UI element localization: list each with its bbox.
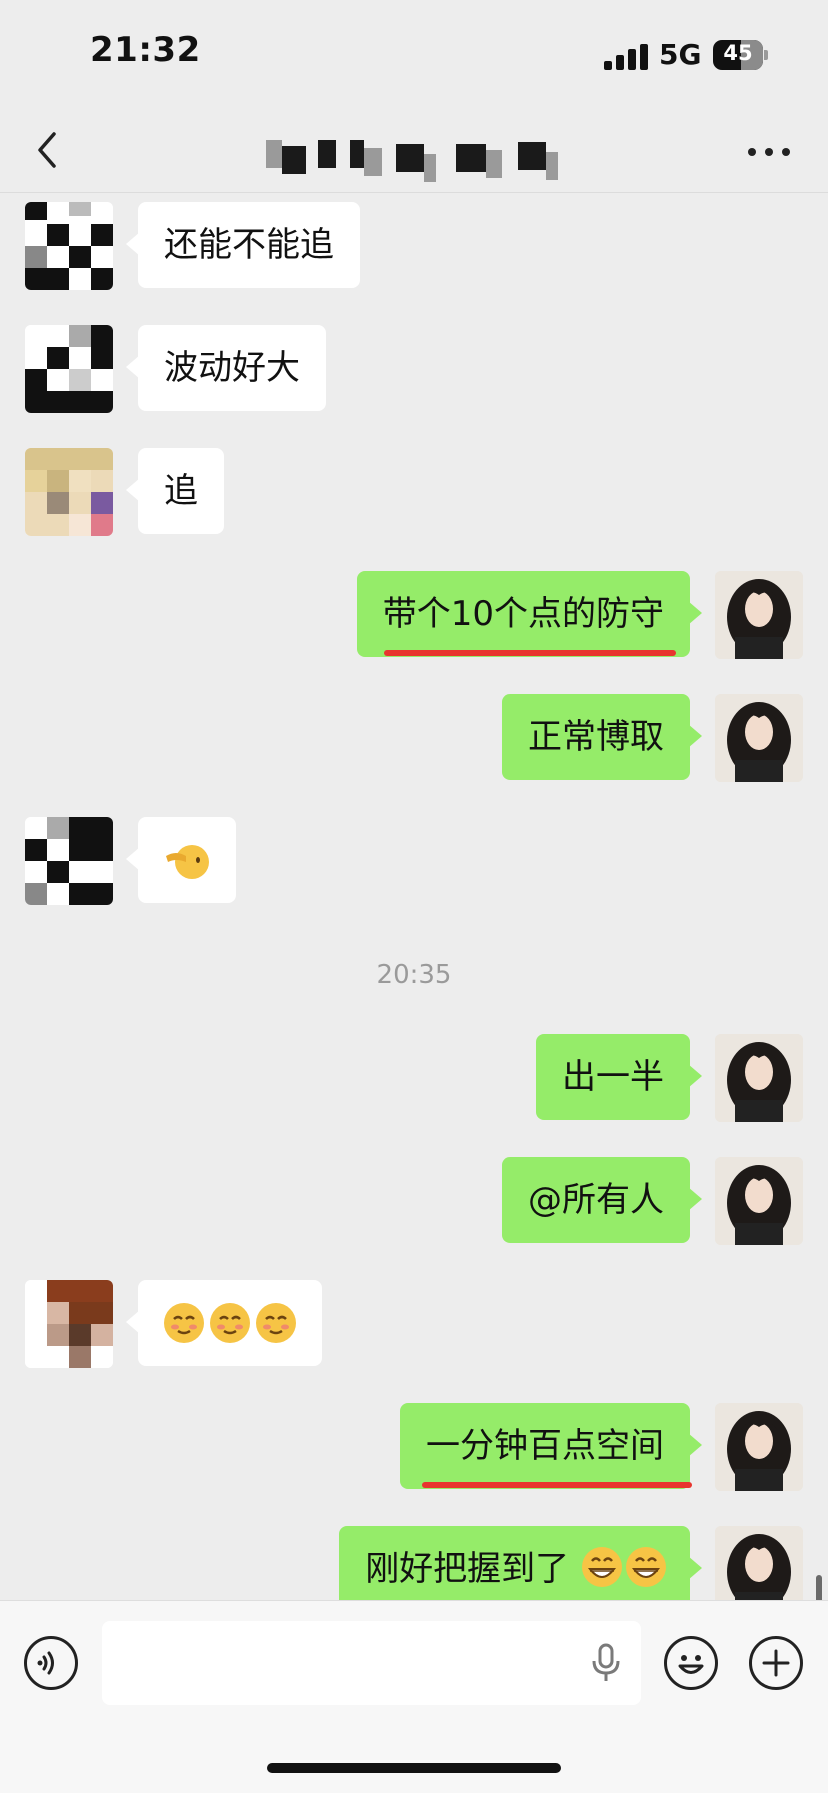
- input-bar: [0, 1600, 828, 1793]
- battery-icon: 45: [713, 40, 769, 70]
- voice-icon: [37, 1651, 54, 1675]
- message-bubble-self[interactable]: 一分钟百点空间: [400, 1403, 702, 1489]
- signal-icon: [604, 44, 648, 70]
- battery-level: 45: [723, 41, 753, 65]
- chevron-left-icon: [38, 132, 56, 168]
- avatar[interactable]: [25, 448, 113, 536]
- message-bubble[interactable]: 追: [126, 448, 224, 534]
- more-button[interactable]: [744, 134, 794, 170]
- message-bubble[interactable]: [126, 817, 236, 903]
- red-underline: [384, 650, 676, 656]
- add-button[interactable]: [749, 1636, 803, 1690]
- status-bar: 21:32 5G 45: [0, 0, 828, 110]
- chat-header: [0, 110, 828, 193]
- message-bubble-self[interactable]: 带个10个点的防守: [356, 571, 703, 657]
- red-underline: [422, 1482, 692, 1488]
- message-bubble-self[interactable]: 出一半: [536, 1034, 702, 1120]
- avatar[interactable]: [25, 202, 113, 290]
- message-bubble-self[interactable]: 刚好把握到了: [339, 1526, 702, 1600]
- message-bubble-self[interactable]: 正常博取: [502, 694, 702, 780]
- message-bubble-self[interactable]: @所有人: [502, 1157, 702, 1243]
- network-type: 5G: [659, 38, 702, 71]
- plus-icon: [762, 1649, 790, 1677]
- home-indicator: [267, 1763, 561, 1773]
- avatar[interactable]: [25, 1280, 113, 1368]
- chat-title-obscured: [266, 140, 586, 182]
- self-avatar[interactable]: [715, 1403, 803, 1491]
- voice-toggle-button[interactable]: [24, 1636, 78, 1690]
- message-bubble[interactable]: 波动好大: [126, 325, 326, 411]
- emoji-button[interactable]: [664, 1636, 718, 1690]
- message-list[interactable]: 还能不能追 波动好大 追 带个10个点的防守 正常博取 20:35 出一半 @所…: [0, 192, 828, 1600]
- avatar[interactable]: [25, 817, 113, 905]
- message-bubble[interactable]: 还能不能追: [126, 202, 360, 288]
- timestamp: 20:35: [376, 960, 452, 990]
- self-avatar[interactable]: [715, 1526, 803, 1600]
- back-button[interactable]: [30, 126, 70, 174]
- self-avatar[interactable]: [715, 694, 803, 782]
- smiling-face-x3-emoji: [164, 1303, 296, 1343]
- pointing-left-face-emoji: [166, 845, 209, 879]
- emoji-icon: [678, 1655, 704, 1674]
- self-avatar[interactable]: [715, 1157, 803, 1245]
- self-avatar[interactable]: [715, 1034, 803, 1122]
- grinning-face-x2-emoji: [582, 1546, 666, 1587]
- microphone-button[interactable]: [589, 1641, 623, 1685]
- self-avatar[interactable]: [715, 571, 803, 659]
- avatar[interactable]: [25, 325, 113, 413]
- message-input[interactable]: [102, 1621, 641, 1705]
- message-bubble[interactable]: [126, 1280, 322, 1366]
- status-time: 21:32: [90, 30, 201, 70]
- microphone-icon: [592, 1643, 620, 1681]
